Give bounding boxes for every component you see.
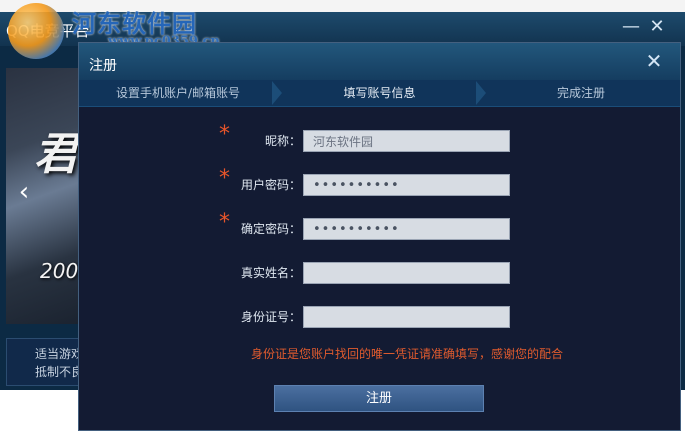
- logo-icon: [8, 3, 64, 59]
- dialog-titlebar: 注册 ✕: [79, 43, 680, 80]
- step-account: 设置手机账户/邮箱账号: [115, 86, 241, 100]
- confirm-password-label: 确定密码：: [240, 222, 301, 236]
- password-field[interactable]: ••••••••••: [303, 174, 510, 196]
- real-name-field[interactable]: [303, 262, 510, 284]
- notice-line: 抵制不良: [35, 365, 84, 379]
- banner-year: 200: [40, 259, 78, 283]
- confirm-password-field[interactable]: ••••••••••: [303, 218, 510, 240]
- health-notice: 适当游戏 抵制不良: [6, 338, 83, 386]
- real-name-label: 真实姓名：: [240, 266, 301, 280]
- close-icon[interactable]: ✕: [648, 18, 666, 36]
- step-info: 填写账号信息: [343, 86, 416, 100]
- nickname-label: 昵称：: [264, 134, 301, 148]
- password-label: 用户密码：: [240, 178, 301, 192]
- step-complete: 完成注册: [556, 86, 605, 100]
- id-hint-text: 身份证是您账户找回的唯一凭证请准确填写，感谢您的配合: [251, 347, 564, 361]
- register-dialog: 注册 ✕ 设置手机账户/邮箱账号 填写账号信息 完成注册 * 昵称： 河东软件园…: [78, 42, 681, 431]
- id-number-field[interactable]: [303, 306, 510, 328]
- nickname-field[interactable]: 河东软件园: [303, 130, 510, 152]
- dialog-title: 注册: [89, 58, 117, 74]
- registration-steps: 设置手机账户/邮箱账号 填写账号信息 完成注册: [79, 80, 680, 107]
- game-banner[interactable]: 君 200 ‹: [6, 68, 78, 324]
- chevron-left-icon[interactable]: ‹: [14, 177, 34, 207]
- close-icon[interactable]: ✕: [645, 51, 663, 71]
- register-button[interactable]: 注册: [274, 385, 484, 412]
- notice-line: 适当游戏: [35, 347, 84, 361]
- register-form: * 昵称： 河东软件园 * 用户密码： •••••••••• * 确定密码： •…: [79, 107, 680, 430]
- minimize-icon[interactable]: —: [622, 18, 640, 36]
- id-number-label: 身份证号：: [240, 310, 301, 324]
- banner-title-glyph: 君: [34, 129, 78, 180]
